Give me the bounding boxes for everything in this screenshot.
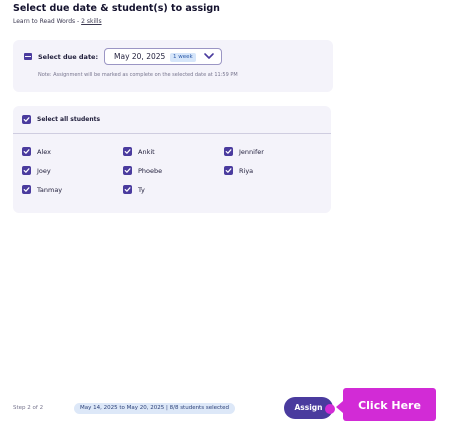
subtitle-text: Learn to Read Words -	[13, 18, 82, 25]
student-label-phoebe: Phoebe	[138, 167, 163, 175]
check-icon	[23, 168, 30, 173]
check-icon	[23, 187, 30, 192]
page-subtitle: Learn to Read Words - 2 skills	[13, 18, 102, 25]
due-date-value: May 20, 2025	[114, 52, 166, 61]
student-checkbox-alex[interactable]	[22, 147, 31, 156]
student-label-tanmay: Tanmay	[37, 186, 63, 194]
select-all-label: Select all students	[37, 116, 101, 123]
selection-summary: May 14, 2025 to May 20, 2025 | 8/8 stude…	[74, 403, 236, 414]
student-checkbox-ty[interactable]	[123, 185, 132, 194]
student-checkbox-riya[interactable]	[224, 166, 233, 175]
student-label-ankit: Ankit	[138, 148, 155, 156]
student-checkbox-tanmay[interactable]	[22, 185, 31, 194]
select-all-checkbox[interactable]	[22, 115, 31, 124]
check-icon	[23, 149, 30, 154]
student-label-ty: Ty	[138, 186, 145, 194]
due-date-label: Select due date:	[38, 53, 99, 61]
student-checkbox-ankit[interactable]	[123, 147, 132, 156]
check-icon	[23, 117, 30, 122]
page-title: Select due date & student(s) to assign	[13, 3, 220, 14]
click-here-callout: Click Here	[336, 388, 436, 421]
duration-chip: 1 week	[170, 53, 196, 62]
pointer-dot	[325, 404, 335, 414]
student-label-alex: Alex	[37, 148, 51, 156]
step-indicator: Step 2 of 2	[13, 405, 44, 411]
check-icon	[124, 168, 131, 173]
student-checkbox-phoebe[interactable]	[123, 166, 132, 175]
calendar-icon	[24, 53, 32, 60]
callout-label: Click Here	[358, 399, 421, 412]
students-card: Select all students Alex Ankit Jennifer …	[13, 106, 331, 213]
check-icon	[225, 168, 232, 173]
chevron-down-icon	[204, 53, 214, 59]
due-date-dropdown[interactable]: May 20, 2025 1 week	[104, 48, 222, 65]
student-label-jennifer: Jennifer	[239, 148, 264, 156]
divider	[13, 133, 331, 134]
skills-link[interactable]: 2 skills	[81, 18, 101, 25]
student-label-riya: Riya	[239, 167, 254, 175]
check-icon	[225, 149, 232, 154]
check-icon	[124, 187, 131, 192]
student-label-joey: Joey	[37, 167, 51, 175]
due-date-card: Select due date: May 20, 2025 1 week Not…	[13, 40, 333, 92]
check-icon	[124, 149, 131, 154]
due-date-note: Note: Assignment will be marked as compl…	[38, 72, 238, 78]
student-checkbox-jennifer[interactable]	[224, 147, 233, 156]
student-checkbox-joey[interactable]	[22, 166, 31, 175]
